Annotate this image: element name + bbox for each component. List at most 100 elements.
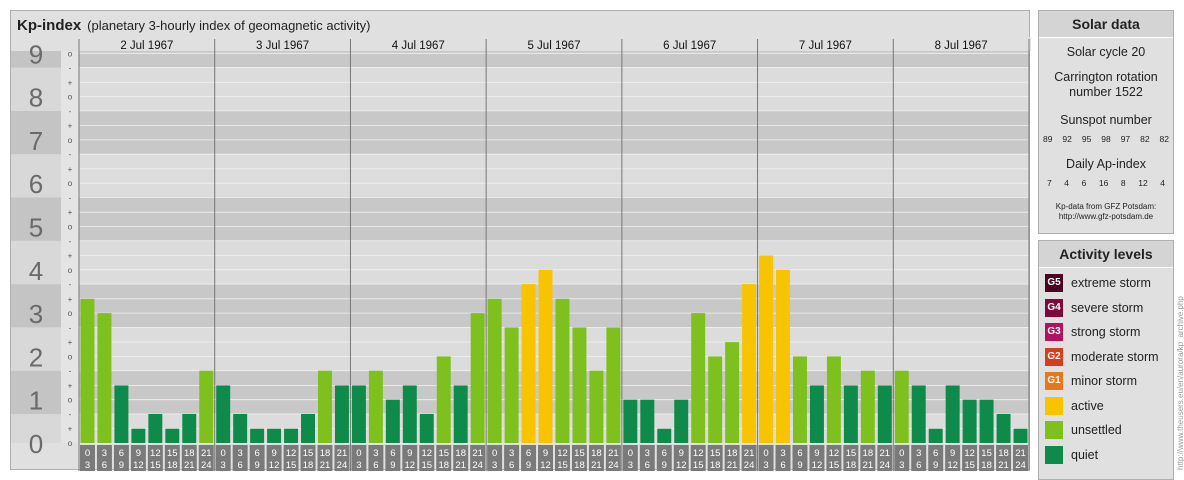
kp-sub-tick: o — [68, 439, 73, 448]
kp-bar — [640, 399, 655, 443]
kp-sub-tick: o — [68, 93, 73, 102]
hour-start-label: 21 — [1015, 448, 1026, 459]
kp-bar — [776, 269, 790, 443]
hour-start-label: 18 — [184, 448, 195, 459]
hour-start-label: 12 — [693, 448, 704, 459]
hour-start-label: 15 — [574, 448, 585, 459]
hour-start-label: 18 — [998, 448, 1009, 459]
chart-title-bar: Kp-index (planetary 3-hourly index of geo… — [17, 14, 370, 36]
hour-end-label: 15 — [829, 460, 840, 471]
hour-end-label: 18 — [981, 460, 992, 471]
kp-bar — [657, 428, 672, 443]
hour-start-label: 6 — [662, 448, 667, 459]
kp-bar — [453, 385, 468, 443]
kp-bar — [877, 385, 892, 443]
hour-start-label: 21 — [472, 448, 483, 459]
kp-bar — [385, 399, 400, 443]
kp-bar — [555, 298, 570, 443]
hour-start-label: 0 — [763, 448, 768, 459]
hour-start-label: 0 — [899, 448, 904, 459]
hour-end-label: 21 — [727, 460, 738, 471]
kp-chart: 0123456789+o+o-+o-+o-+o-+o-+o-+o-+o-o-2 … — [11, 37, 1031, 471]
hour-end-label: 9 — [797, 460, 802, 471]
hour-start-label: 3 — [645, 448, 650, 459]
kp-bar — [928, 428, 943, 443]
kp-sub-tick: + — [68, 252, 73, 261]
carrington-rotation: Carrington rotation number 1522 — [1054, 70, 1158, 99]
kp-band — [79, 67, 1029, 111]
hour-start-label: 9 — [679, 448, 684, 459]
ap-value: 7 — [1047, 178, 1052, 188]
kp-sub-tick: o — [68, 396, 73, 405]
hour-end-label: 24 — [608, 460, 619, 471]
kp-sub-tick: + — [68, 165, 73, 174]
legend-swatch — [1045, 445, 1063, 464]
kp-bar — [674, 399, 689, 443]
kp-bar — [793, 356, 807, 443]
kp-bar — [894, 370, 909, 443]
hour-end-label: 15 — [150, 460, 161, 471]
hour-end-label: 18 — [167, 460, 178, 471]
kp-sub-tick: o — [68, 222, 73, 231]
kp-band — [79, 327, 1029, 371]
legend-item-quiet: quiet — [1039, 443, 1173, 468]
kp-bar — [402, 385, 417, 443]
y-tick-label: 4 — [29, 256, 43, 286]
credit-link[interactable]: http://www.gfz-potsdam.de — [1039, 212, 1173, 222]
sunspot-value: 82 — [1140, 134, 1150, 144]
legend-label: moderate storm — [1071, 349, 1159, 364]
hour-start-label: 6 — [254, 448, 259, 459]
hour-start-label: 3 — [373, 448, 378, 459]
kp-sub-tick: + — [68, 381, 73, 390]
kp-bar — [521, 284, 536, 443]
hour-start-label: 18 — [320, 448, 331, 459]
hour-end-label: 12 — [812, 460, 823, 471]
kp-bar — [131, 428, 146, 443]
hour-start-label: 0 — [492, 448, 497, 459]
hour-end-label: 18 — [710, 460, 721, 471]
kp-bar — [318, 370, 332, 443]
hour-start-label: 21 — [744, 448, 755, 459]
kp-sub-tick: + — [68, 78, 73, 87]
hour-end-label: 21 — [591, 460, 602, 471]
kp-bar — [589, 370, 604, 443]
legend-item-active: active — [1039, 394, 1173, 419]
hour-start-label: 3 — [238, 448, 243, 459]
legend-label: minor storm — [1071, 374, 1137, 389]
ap-label: Daily Ap-index — [1066, 157, 1146, 171]
hour-end-label: 6 — [373, 460, 378, 471]
sunspot-value: 97 — [1120, 134, 1131, 144]
kp-sub-tick: - — [69, 323, 72, 332]
ap-value: 6 — [1081, 178, 1087, 188]
hour-start-label: 6 — [797, 448, 802, 459]
day-label: 3 Jul 1967 — [256, 40, 309, 52]
legend-item-extreme: G5 extreme storm — [1039, 271, 1173, 296]
hour-end-label: 21 — [455, 460, 466, 471]
sunspot-value: 89 — [1043, 134, 1053, 144]
hour-end-label: 24 — [201, 460, 212, 471]
kp-sub-tick: - — [69, 150, 72, 159]
ap-value: 12 — [1138, 178, 1148, 188]
kp-bar — [691, 313, 706, 443]
activity-levels-box: Activity levels G5 extreme storm G4 seve… — [1038, 240, 1174, 480]
kp-bar — [368, 370, 383, 443]
kp-bar — [979, 399, 994, 443]
kp-sub-tick: o — [68, 179, 73, 188]
hour-end-label: 12 — [405, 460, 416, 471]
day-label: 7 Jul 1967 — [799, 40, 852, 52]
hour-end-label: 3 — [221, 460, 226, 471]
kp-sub-tick: + — [68, 425, 73, 434]
hour-start-label: 15 — [438, 448, 449, 459]
hour-start-label: 12 — [421, 448, 432, 459]
kp-bar — [538, 269, 553, 443]
kp-bar — [725, 342, 740, 443]
kp-sub-tick: + — [68, 208, 73, 217]
hour-end-label: 9 — [933, 460, 938, 471]
kp-bar — [267, 428, 282, 443]
kp-bar — [301, 413, 315, 443]
hour-end-label: 9 — [526, 460, 531, 471]
hour-start-label: 15 — [981, 448, 992, 459]
chart-subtitle: (planetary 3-hourly index of geomagnetic… — [87, 18, 371, 33]
legend-swatch: G2 — [1045, 347, 1063, 366]
hour-start-label: 12 — [557, 448, 568, 459]
